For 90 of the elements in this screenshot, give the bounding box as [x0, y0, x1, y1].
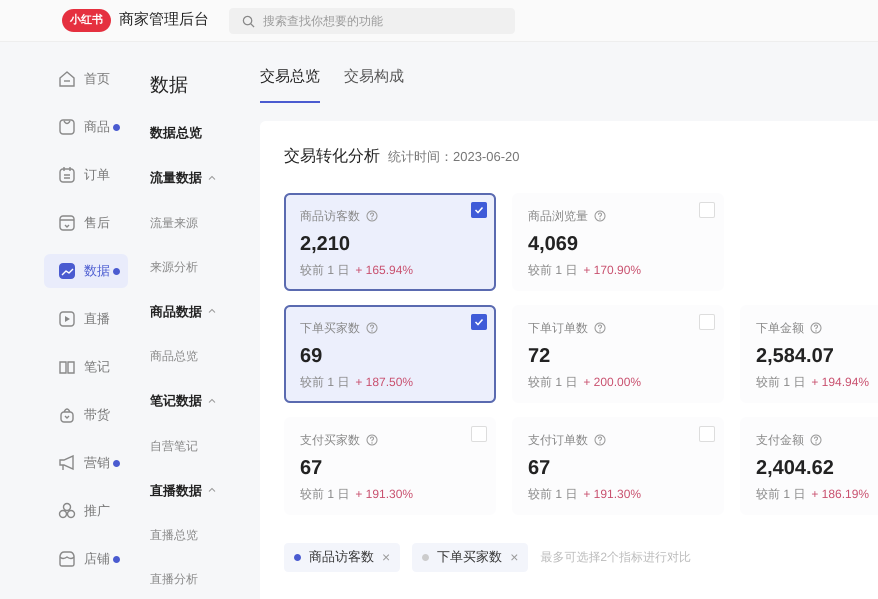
submenu-title: 数据: [150, 74, 189, 98]
submenu-section[interactable]: 流量数据: [150, 168, 260, 188]
search-field[interactable]: 搜索查找你想要的功能: [229, 8, 515, 34]
help-icon[interactable]: [366, 210, 378, 222]
nav-item[interactable]: 首页: [44, 62, 128, 96]
nav-item[interactable]: 营销: [44, 446, 128, 480]
box-icon: [58, 214, 76, 232]
change-rate: + 191.30%: [583, 486, 642, 502]
submenu-section[interactable]: 商品数据: [150, 302, 260, 321]
play-icon: [58, 310, 76, 328]
metric-value: 69: [300, 344, 324, 368]
metric-value: 2,584.07: [756, 344, 835, 368]
nav-item[interactable]: 笔记: [44, 350, 128, 384]
submenu-section[interactable]: 数据总览: [150, 122, 260, 142]
house-icon: [58, 70, 76, 88]
submenu-link[interactable]: 直播分析: [150, 570, 260, 588]
nav-item[interactable]: 直播: [44, 302, 128, 336]
change-rate: + 187.50%: [355, 374, 414, 390]
megaphone-icon: [58, 454, 76, 472]
compare-label: 较前 1 日: [528, 374, 578, 390]
tab[interactable]: 交易构成: [344, 52, 404, 102]
metric-label: 商品访客数: [300, 208, 360, 224]
nav-item[interactable]: 售后: [44, 206, 128, 240]
metric-label: 支付买家数: [300, 432, 360, 448]
metric-card[interactable]: 商品访客数 2,210 较前 1 日 + 165.94%: [284, 192, 496, 290]
remove-button[interactable]: ×: [374, 546, 390, 568]
checkbox[interactable]: [471, 202, 487, 218]
help-icon[interactable]: [366, 434, 378, 446]
compare-label: 较前 1 日: [528, 262, 578, 278]
metric-card[interactable]: 下单买家数 69 较前 1 日 + 187.50%: [284, 304, 496, 402]
compare-label: 较前 1 日: [756, 374, 806, 390]
metric-value: 67: [528, 456, 552, 480]
help-icon[interactable]: [594, 210, 606, 222]
panel-title: 交易转化分析: [284, 146, 380, 166]
chart-icon: [58, 262, 76, 280]
compare-label: 较前 1 日: [300, 486, 350, 502]
change-rate: + 165.94%: [355, 262, 414, 278]
metric-label: 下单金额: [756, 320, 804, 336]
metric-label: 下单订单数: [528, 320, 588, 336]
submenu-link[interactable]: 直播总览: [150, 526, 260, 544]
metric-label: 商品浏览量: [528, 208, 588, 224]
clipboard-icon: [58, 166, 76, 184]
metric-label: 下单买家数: [300, 320, 360, 336]
compare-label: 较前 1 日: [528, 486, 578, 502]
shop-icon: [58, 550, 76, 568]
compare-label: 较前 1 日: [300, 262, 350, 278]
nav-item[interactable]: 带货: [44, 398, 128, 432]
metric-label: 支付金额: [756, 432, 804, 448]
change-rate: + 191.30%: [355, 486, 414, 502]
submenu-link[interactable]: 自营笔记: [150, 436, 260, 454]
metric-value: 2,210: [300, 232, 352, 256]
circles-icon: [58, 502, 76, 520]
change-rate: + 200.00%: [583, 374, 642, 390]
nav-item[interactable]: 商品: [44, 110, 128, 144]
submenu-link[interactable]: 商品总览: [150, 347, 260, 365]
help-icon[interactable]: [810, 322, 822, 334]
help-icon[interactable]: [810, 434, 822, 446]
change-rate: + 170.90%: [583, 262, 642, 278]
search-icon: [242, 14, 255, 28]
submenu-link[interactable]: 来源分析: [150, 258, 260, 276]
handbag-icon: [58, 406, 76, 424]
checkbox[interactable]: [471, 314, 487, 330]
metric-label: 支付订单数: [528, 432, 588, 448]
help-icon[interactable]: [594, 322, 606, 334]
submenu-section[interactable]: 笔记数据: [150, 391, 260, 410]
help-icon[interactable]: [366, 322, 378, 334]
metric-value: 72: [528, 344, 552, 368]
logo: 小红书: [62, 9, 111, 32]
change-rate: + 194.94%: [811, 374, 870, 390]
compare-label: 较前 1 日: [756, 486, 806, 502]
nav-item[interactable]: 订单: [44, 158, 128, 192]
hint-text: 最多可选择2个指标进行对比: [540, 549, 692, 566]
tab[interactable]: 交易总览: [260, 52, 320, 102]
nav-item[interactable]: 店铺: [44, 542, 128, 576]
bag-icon: [58, 118, 76, 136]
submenu-link[interactable]: 流量来源: [150, 214, 260, 232]
tag-label: 下单买家数: [437, 548, 502, 566]
remove-button[interactable]: ×: [502, 546, 518, 568]
nav-item[interactable]: 推广: [44, 494, 128, 528]
metric-value: 67: [300, 456, 324, 480]
help-icon[interactable]: [594, 434, 606, 446]
stat-time: 统计时间：2023-06-20: [388, 148, 520, 166]
nav-item[interactable]: 数据: [44, 254, 128, 288]
app-title: 商家管理后台: [119, 10, 209, 30]
compare-label: 较前 1 日: [300, 374, 350, 390]
submenu-section[interactable]: 直播数据: [150, 480, 260, 500]
change-rate: + 186.19%: [811, 486, 870, 502]
tag-label: 商品访客数: [309, 548, 374, 566]
metric-value: 2,404.62: [756, 456, 835, 480]
metric-value: 4,069: [528, 232, 580, 256]
